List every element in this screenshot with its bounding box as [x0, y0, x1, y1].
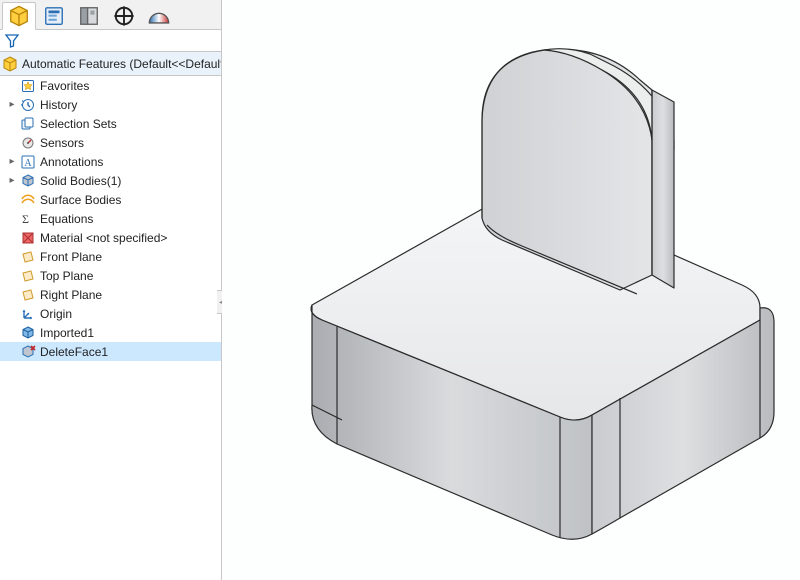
part-icon: [2, 56, 18, 72]
tree-item[interactable]: ·Selection Sets: [0, 114, 221, 133]
tree-item[interactable]: ·Top Plane: [0, 266, 221, 285]
favorites-icon: [20, 78, 36, 94]
tree-item[interactable]: ·ΣEquations: [0, 209, 221, 228]
feature-tree: ·Favorites ▸ History ·Selection Sets·Sensor…: [0, 76, 221, 580]
tree-item-label: Selection Sets: [40, 117, 117, 131]
tree-item[interactable]: ·Material <not specified>: [0, 228, 221, 247]
svg-text:Σ: Σ: [22, 212, 29, 226]
manager-tab-config[interactable]: [37, 1, 71, 29]
tree-item-label: DeleteFace1: [40, 345, 108, 359]
tree-item[interactable]: ·Favorites: [0, 76, 221, 95]
svg-text:A: A: [24, 158, 32, 169]
plane-icon: [20, 249, 36, 265]
origin-icon: [20, 306, 36, 322]
tree-item[interactable]: ·Right Plane: [0, 285, 221, 304]
annotations-icon: A: [20, 154, 36, 170]
tree-item-label: Equations: [40, 212, 93, 226]
tree-item-label: History: [40, 98, 77, 112]
graphics-viewport[interactable]: [222, 0, 800, 580]
plane-icon: [20, 268, 36, 284]
manager-tab-dimx[interactable]: [107, 1, 141, 29]
tree-item[interactable]: ▸ Solid Bodies(1): [0, 171, 221, 190]
chevron-right-icon[interactable]: ▸: [6, 175, 18, 187]
tree-item[interactable]: ▸ History: [0, 95, 221, 114]
plane-icon: [20, 287, 36, 303]
tree-item-label: Origin: [40, 307, 72, 321]
tree-item-label: Sensors: [40, 136, 84, 150]
equations-icon: Σ: [20, 211, 36, 227]
selection-icon: [20, 116, 36, 132]
manager-tab-part[interactable]: [2, 2, 36, 30]
tree-item[interactable]: ·Imported1: [0, 323, 221, 342]
tree-item-label: Solid Bodies(1): [40, 174, 121, 188]
filter-icon[interactable]: [4, 33, 20, 49]
model-render: [222, 0, 800, 580]
imported-icon: [20, 325, 36, 341]
tree-filter-row: [0, 30, 221, 52]
tree-item[interactable]: ▸ A Annotations: [0, 152, 221, 171]
deleteface-icon: [20, 344, 36, 360]
tree-item-label: Top Plane: [40, 269, 93, 283]
manager-tab-strip: [0, 0, 221, 30]
tree-item-label: Front Plane: [40, 250, 102, 264]
history-icon: [20, 97, 36, 113]
tree-item-label: Annotations: [40, 155, 103, 169]
chevron-right-icon[interactable]: ▸: [6, 99, 18, 111]
material-icon: [20, 230, 36, 246]
surfbodies-icon: [20, 192, 36, 208]
solidbodies-icon: [20, 173, 36, 189]
manager-tab-display[interactable]: [72, 1, 106, 29]
tree-item[interactable]: ·DeleteFace1: [0, 342, 221, 361]
sensors-icon: [20, 135, 36, 151]
tree-item[interactable]: ·Front Plane: [0, 247, 221, 266]
tree-item[interactable]: ·Sensors: [0, 133, 221, 152]
tree-item-label: Right Plane: [40, 288, 102, 302]
tree-item[interactable]: ·Surface Bodies: [0, 190, 221, 209]
tree-item-label: Imported1: [40, 326, 94, 340]
tree-item[interactable]: ·Origin: [0, 304, 221, 323]
tree-item-label: Surface Bodies: [40, 193, 121, 207]
manager-tab-appearance[interactable]: [142, 1, 176, 29]
tree-item-label: Favorites: [40, 79, 89, 93]
tree-root-label: Automatic Features (Default<<Default>_D: [22, 57, 221, 71]
feature-manager-panel: Automatic Features (Default<<Default>_D …: [0, 0, 222, 580]
chevron-right-icon[interactable]: ▸: [6, 156, 18, 168]
tree-root-row[interactable]: Automatic Features (Default<<Default>_D: [0, 52, 221, 76]
tree-item-label: Material <not specified>: [40, 231, 167, 245]
